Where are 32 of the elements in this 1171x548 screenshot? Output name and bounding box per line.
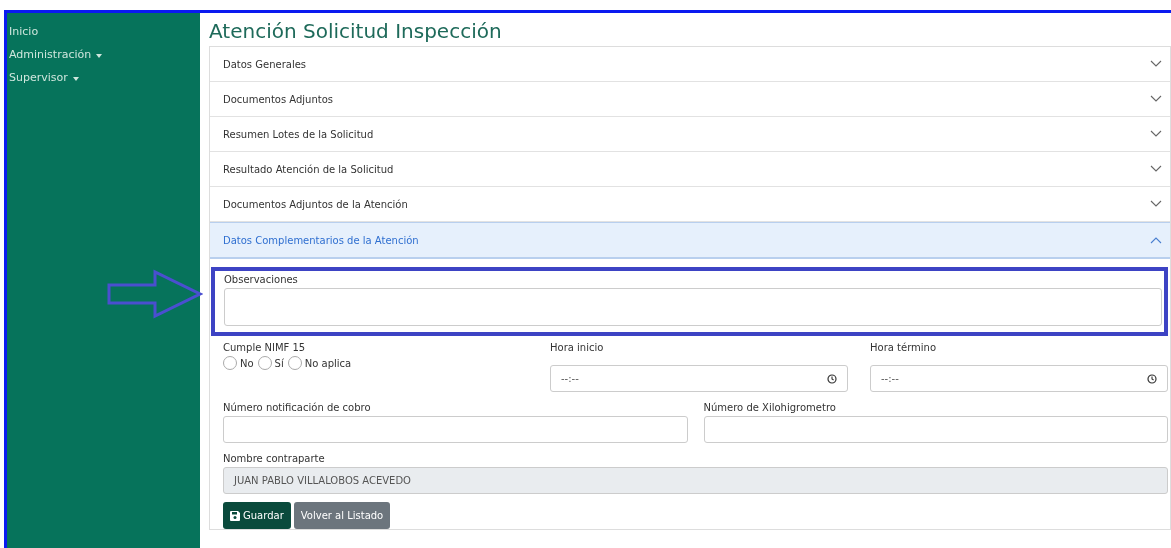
caret-icon: [96, 54, 103, 58]
time-field[interactable]: --:--: [870, 365, 1168, 392]
page-title: Atención Solicitud Inspección: [209, 19, 503, 43]
radio-label: No aplica: [304, 357, 352, 369]
caret-icon: [72, 77, 79, 81]
clock-icon: [827, 373, 837, 384]
field-label: Observaciones: [224, 274, 299, 285]
chevron-down-icon: [1150, 200, 1162, 208]
accordion-header[interactable]: Datos Complementarios de la Atención: [210, 222, 1170, 259]
sidebar-item[interactable]: Supervisor: [7, 69, 200, 86]
time-field[interactable]: --:--: [550, 365, 848, 392]
field-label: Número de Xilohigrometro: [703, 402, 837, 413]
field-label: Nombre contraparte: [223, 453, 326, 464]
chevron-down-icon: [1150, 165, 1162, 173]
sidebar-item[interactable]: Inicio: [7, 23, 200, 40]
chevron-down-icon: [1150, 60, 1162, 68]
field-label: Cumple NIMF 15: [223, 342, 307, 353]
radio-label: No: [240, 357, 254, 369]
chevron-up-icon: [1150, 236, 1162, 244]
chevron-down-icon: [1150, 95, 1162, 103]
save-button[interactable]: Guardar: [223, 502, 291, 529]
back-button[interactable]: Volver al Listado: [293, 502, 391, 529]
field-label: Número notificación de cobro: [223, 402, 372, 413]
input-field[interactable]: [223, 416, 688, 443]
field-label: Hora inicio: [550, 342, 605, 353]
clock-icon: [1147, 373, 1157, 384]
sidebar-item[interactable]: Administración: [7, 46, 200, 63]
field-label: Hora término: [870, 342, 938, 353]
observations-field[interactable]: [224, 288, 1162, 326]
radio-label: Sí: [274, 357, 284, 369]
chevron-down-icon: [1150, 130, 1162, 138]
input-field[interactable]: [703, 416, 1168, 443]
